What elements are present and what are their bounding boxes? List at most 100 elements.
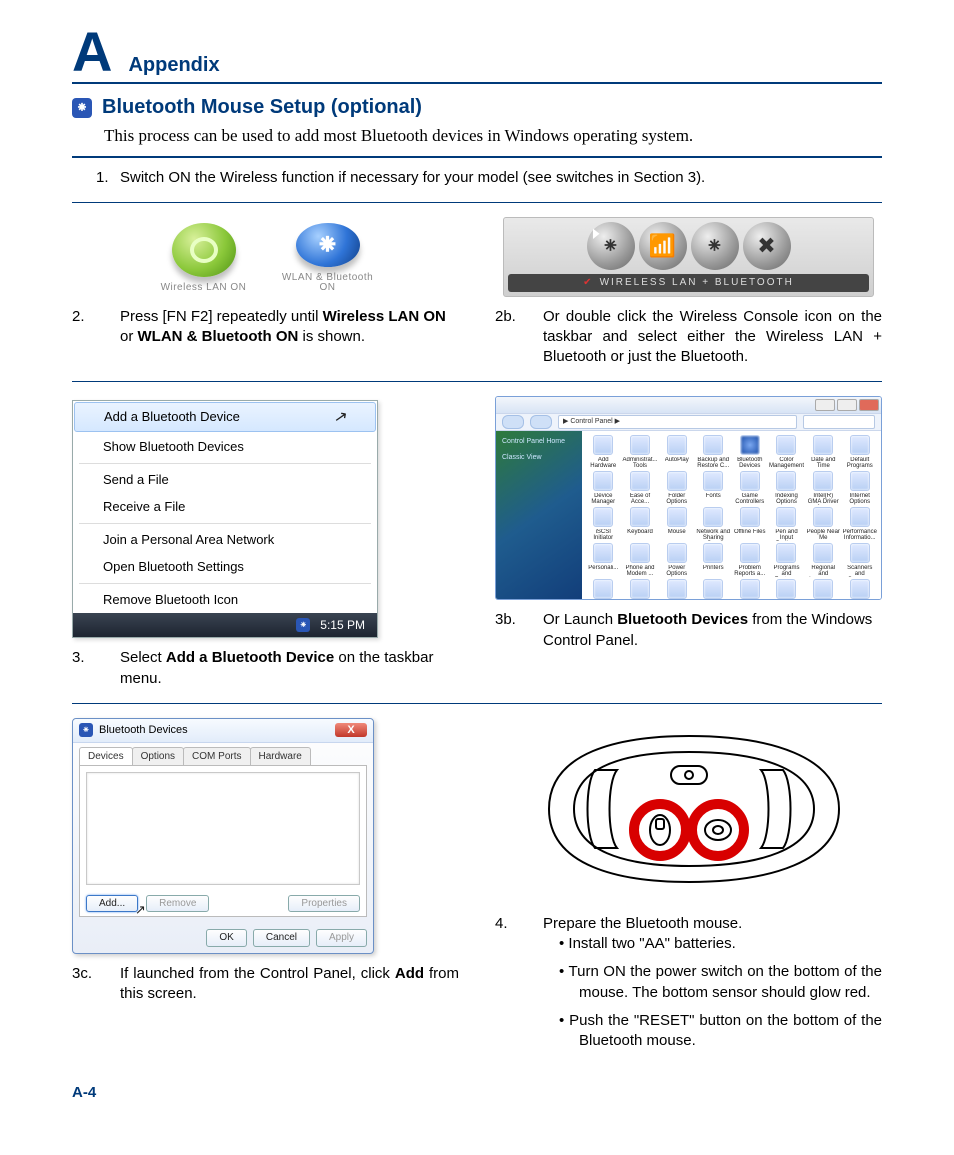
tray-bluetooth-icon[interactable]: ⁕ (296, 618, 310, 632)
control-panel-item[interactable]: Tablet PC Settings (806, 579, 841, 600)
control-panel-item-label: Network and Sharing Ce... (696, 529, 731, 541)
sidebar-control-panel-home[interactable]: Control Panel Home (502, 437, 576, 446)
control-panel-item[interactable]: Bluetooth Devices (733, 435, 767, 469)
control-panel-item[interactable]: Personali... (586, 543, 620, 577)
control-panel-item[interactable]: Problem Reports a... (733, 543, 767, 577)
search-input[interactable] (803, 415, 875, 429)
control-panel-item[interactable]: AutoPlay (660, 435, 695, 469)
bluetooth-only-icon: ⁕ (691, 222, 739, 270)
control-panel-item[interactable]: Device Manager (586, 471, 620, 505)
add-button[interactable]: Add... (86, 895, 138, 913)
control-panel-item[interactable]: iSCSI Initiator (586, 507, 620, 541)
window-minimize-button[interactable] (815, 399, 835, 411)
tab-com-ports[interactable]: COM Ports (183, 747, 250, 766)
control-panel-item-label: Add Hardware (586, 457, 620, 469)
control-panel-item[interactable]: Ease of Acce... (622, 471, 657, 505)
remove-button[interactable]: Remove (146, 895, 209, 913)
menu-item-add-bluetooth-device[interactable]: Add a Bluetooth Device (74, 402, 376, 432)
control-panel-item[interactable]: Sync Center (733, 579, 767, 600)
menu-item-show-bluetooth-devices[interactable]: Show Bluetooth Devices (73, 433, 377, 461)
wireless-off-icon: ✖ (743, 222, 791, 270)
page-number: A-4 (72, 1083, 882, 1103)
control-panel-item[interactable]: Taskbar and Start Menu (843, 579, 878, 600)
control-panel-item-icon (776, 435, 796, 455)
control-panel-item-icon (813, 507, 833, 527)
control-panel-item[interactable]: People Near Me (806, 507, 841, 541)
control-panel-item-icon (593, 435, 613, 455)
control-panel-item[interactable]: Regional and Languag... (806, 543, 841, 577)
control-panel-item[interactable]: Intel(R) GMA Driver for... (806, 471, 841, 505)
window-maximize-button[interactable] (837, 399, 857, 411)
step-4: 4.Prepare the Bluetooth mouse. (519, 914, 882, 934)
control-panel-item-icon (703, 507, 723, 527)
control-panel-item-icon (776, 471, 796, 491)
control-panel-item[interactable]: Add Hardware (586, 435, 620, 469)
control-panel-item[interactable]: Network and Sharing Ce... (696, 507, 731, 541)
control-panel-item[interactable]: Offline Files (733, 507, 767, 541)
control-panel-item[interactable]: Color Management (769, 435, 804, 469)
nav-fwd-button[interactable] (530, 415, 552, 429)
tab-devices[interactable]: Devices (79, 747, 133, 766)
wireless-lan-on-label: Wireless LAN ON (161, 283, 247, 293)
control-panel-item-label: Problem Reports a... (733, 565, 767, 577)
control-panel-item[interactable]: Indexing Options (769, 471, 804, 505)
control-panel-item[interactable]: Power Options (660, 543, 695, 577)
bullet-power-switch: Turn ON the power switch on the bottom o… (559, 962, 882, 1003)
bluetooth-devices-dialog: ⁕ Bluetooth Devices X Devices Options CO… (72, 718, 374, 954)
control-panel-item[interactable]: Administrat... Tools (622, 435, 657, 469)
control-panel-item[interactable]: Internet Options (843, 471, 878, 505)
control-panel-item[interactable]: System (769, 579, 804, 600)
control-panel-item[interactable]: Fonts (696, 471, 731, 505)
window-close-button[interactable] (859, 399, 879, 411)
menu-item-remove-bt-icon[interactable]: Remove Bluetooth Icon (73, 586, 377, 614)
menu-item-join-pan[interactable]: Join a Personal Area Network (73, 526, 377, 554)
dialog-close-button[interactable]: X (335, 723, 367, 737)
ok-button[interactable]: OK (206, 929, 246, 947)
tab-hardware[interactable]: Hardware (250, 747, 311, 766)
control-panel-item[interactable]: Phone and Modem ... (622, 543, 657, 577)
wireless-console-illustration: ⁕ 📶 ⁕ ✖ ✔WIRELESS LAN + BLUETOOTH (503, 217, 874, 297)
control-panel-item-icon (593, 543, 613, 563)
breadcrumb[interactable]: ▶ Control Panel ▶ (558, 415, 797, 429)
apply-button[interactable]: Apply (316, 929, 367, 947)
control-panel-item[interactable]: Backup and Restore C... (696, 435, 731, 469)
control-panel-item[interactable]: Symantec LiveUpdate (696, 579, 731, 600)
properties-button[interactable]: Properties (288, 895, 360, 913)
control-panel-item[interactable]: Keyboard (622, 507, 657, 541)
control-panel-item-label: People Near Me (806, 529, 841, 541)
control-panel-item[interactable]: Scanners and Cameras (843, 543, 878, 577)
control-panel-item-icon (630, 543, 650, 563)
control-panel-item[interactable]: Printers (696, 543, 731, 577)
control-panel-item-icon (703, 435, 723, 455)
menu-item-receive-file[interactable]: Receive a File (73, 493, 377, 521)
control-panel-item[interactable]: Mouse (660, 507, 695, 541)
control-panel-item-label: Regional and Languag... (806, 565, 841, 577)
control-panel-item[interactable]: Default Programs (843, 435, 878, 469)
control-panel-item[interactable]: Programs and Features (769, 543, 804, 577)
control-panel-item-icon (776, 579, 796, 599)
control-panel-item[interactable]: Sound (622, 579, 657, 600)
control-panel-item-label: Mouse (668, 529, 686, 541)
control-panel-item-label: Scanners and Cameras (843, 565, 878, 577)
control-panel-item[interactable]: Security Center (586, 579, 620, 600)
control-panel-item[interactable]: Folder Options (660, 471, 695, 505)
wlan-bluetooth-on-label: WLAN & Bluetooth ON (280, 273, 376, 293)
cancel-button[interactable]: Cancel (253, 929, 310, 947)
control-panel-item-label: Folder Options (660, 493, 695, 505)
control-panel-item[interactable]: Speech Recogniti... (660, 579, 695, 600)
tab-options[interactable]: Options (132, 747, 184, 766)
step-1: 1.Switch ON the Wireless function if nec… (96, 168, 882, 188)
control-panel-item-label: Performance Informatio... (843, 529, 878, 541)
control-panel-item[interactable]: Date and Time (806, 435, 841, 469)
control-panel-item[interactable]: Performance Informatio... (843, 507, 878, 541)
control-panel-item[interactable]: Pen and Input Devices (769, 507, 804, 541)
control-panel-item[interactable]: Game Controllers (733, 471, 767, 505)
menu-item-send-file[interactable]: Send a File (73, 466, 377, 494)
nav-back-button[interactable] (502, 415, 524, 429)
menu-item-open-bt-settings[interactable]: Open Bluetooth Settings (73, 553, 377, 581)
control-panel-item-icon (776, 543, 796, 563)
control-panel-item-label: Power Options (660, 565, 695, 577)
control-panel-item-label: Bluetooth Devices (733, 457, 767, 469)
sidebar-classic-view[interactable]: Classic View (502, 453, 576, 462)
control-panel-item-label: Internet Options (843, 493, 878, 505)
